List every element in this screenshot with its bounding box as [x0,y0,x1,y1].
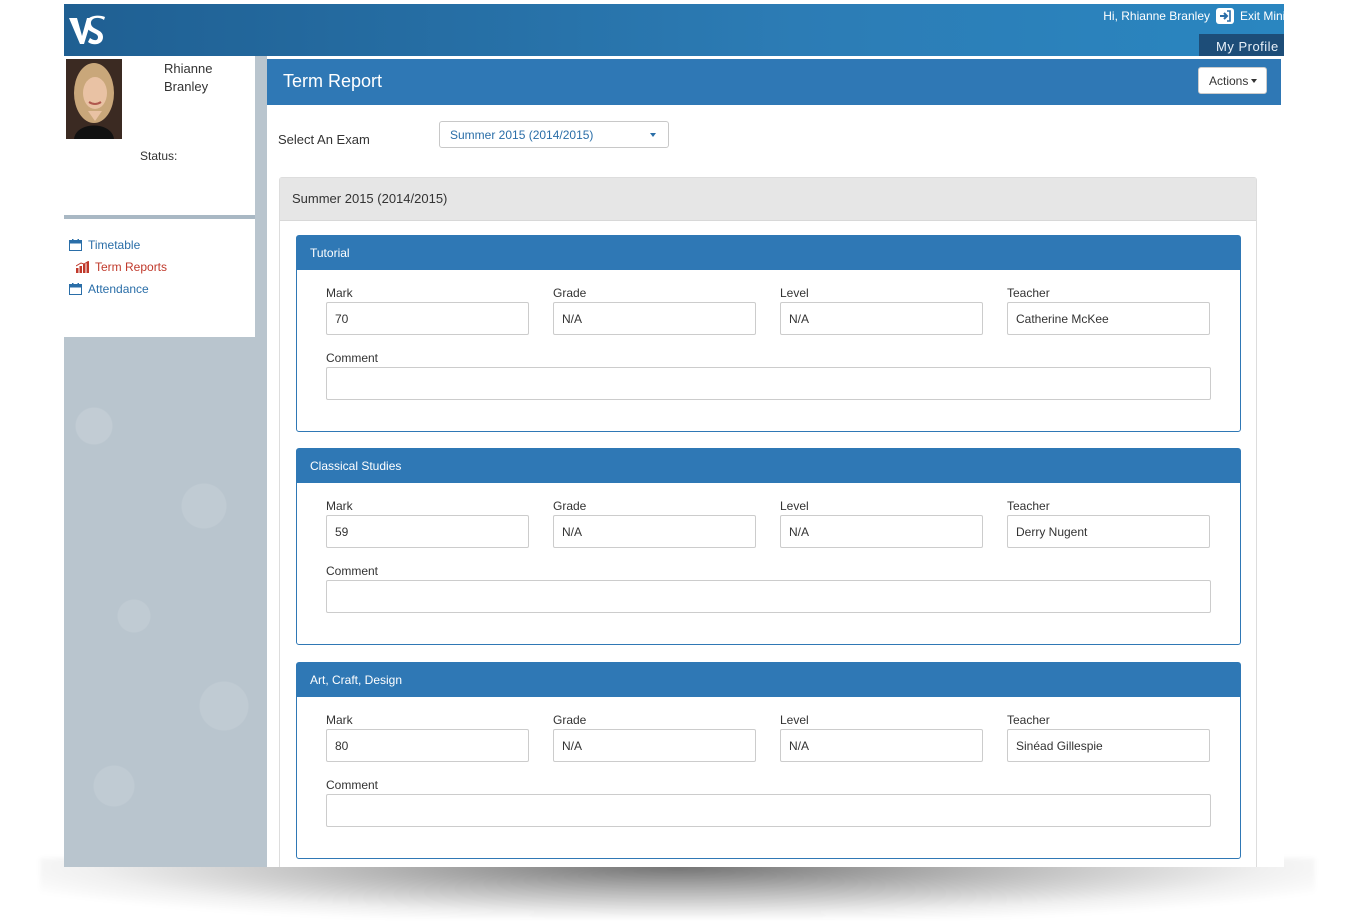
level-field[interactable]: N/A [780,729,983,762]
comment-label: Comment [326,778,379,792]
comment-field[interactable] [326,367,1211,400]
calendar-icon [69,283,82,295]
mark-label: Mark [326,286,353,300]
exam-select-label: Select An Exam [278,132,370,147]
sidebar-item-term-reports[interactable]: Term Reports [76,258,167,276]
comment-label: Comment [326,564,379,578]
grade-field[interactable]: N/A [553,515,756,548]
calendar-icon [69,239,82,251]
top-bar: Hi, Rhianne Branley Exit Mini My Profile [64,4,1284,56]
sidebar-pattern [64,386,262,867]
mark-field[interactable]: 80 [326,729,529,762]
exit-icon[interactable] [1216,8,1234,24]
exam-select-value: Summer 2015 (2014/2015) [450,128,594,142]
sidebar-nav: Timetable Term Reports Attendance [64,219,255,337]
subject-title: Classical Studies [297,449,1240,483]
mark-label: Mark [326,499,353,513]
mark-field[interactable]: 70 [326,302,529,335]
bar-chart-icon [76,261,89,273]
greeting-text: Hi, Rhianne Branley [1103,9,1210,23]
profile-status-label: Status: [140,149,178,163]
subject-card-classical-studies: Classical Studies Mark Grade Level Teach… [296,448,1241,645]
level-label: Level [780,713,809,727]
subject-card-art-craft-design: Art, Craft, Design Mark Grade Level Teac… [296,662,1241,859]
grade-label: Grade [553,713,587,727]
profile-card: Rhianne Branley Status: [64,56,255,215]
subject-title: Tutorial [297,236,1240,270]
sidebar-item-label: Term Reports [95,260,168,274]
mark-field[interactable]: 59 [326,515,529,548]
teacher-label: Teacher [1007,713,1050,727]
teacher-field[interactable]: Sinéad Gillespie [1007,729,1210,762]
exam-panel-title: Summer 2015 (2014/2015) [280,178,1256,221]
caret-down-icon [1251,79,1258,83]
level-field[interactable]: N/A [780,515,983,548]
sidebar-item-attendance[interactable]: Attendance [69,280,149,298]
sidebar-item-label: Timetable [88,238,141,252]
page-title: Term Report [283,71,383,91]
teacher-label: Teacher [1007,286,1050,300]
mark-label: Mark [326,713,353,727]
my-profile-tab[interactable]: My Profile [1199,34,1284,56]
profile-name: Rhianne Branley [164,61,213,94]
actions-label: Actions [1209,74,1249,88]
level-label: Level [780,499,809,513]
sidebar-item-label: Attendance [88,282,149,296]
vs-logo[interactable] [68,14,106,48]
grade-label: Grade [553,286,587,300]
teacher-label: Teacher [1007,499,1050,513]
exit-link[interactable]: Exit Mini [1240,9,1284,23]
grade-field[interactable]: N/A [553,729,756,762]
caret-down-icon [650,133,656,137]
page-header: Term Report Actions [267,59,1281,105]
app-window: Hi, Rhianne Branley Exit Mini My Profile… [64,4,1284,867]
grade-field[interactable]: N/A [553,302,756,335]
exam-select[interactable]: Summer 2015 (2014/2015) [439,121,669,148]
floor-shadow [40,858,1315,918]
comment-field[interactable] [326,580,1211,613]
main-content: Term Report Actions Select An Exam Summe… [267,59,1281,867]
avatar [66,59,122,139]
sidebar-item-timetable[interactable]: Timetable [69,236,140,254]
subject-card-tutorial: Tutorial Mark Grade Level Teacher 70 N/A… [296,235,1241,432]
teacher-field[interactable]: Catherine McKee [1007,302,1210,335]
subject-title: Art, Craft, Design [297,663,1240,697]
actions-dropdown-button[interactable]: Actions [1198,67,1267,94]
comment-label: Comment [326,351,379,365]
exam-panel: Summer 2015 (2014/2015) Tutorial Mark Gr… [279,177,1257,867]
comment-field[interactable] [326,794,1211,827]
level-field[interactable]: N/A [780,302,983,335]
grade-label: Grade [553,499,587,513]
teacher-field[interactable]: Derry Nugent [1007,515,1210,548]
level-label: Level [780,286,809,300]
